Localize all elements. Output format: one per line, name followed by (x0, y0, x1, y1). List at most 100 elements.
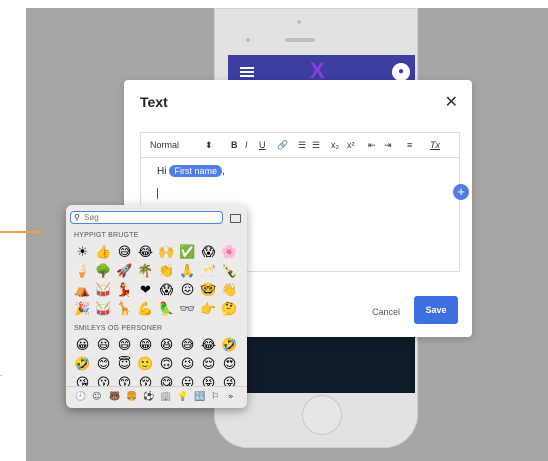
emoji-button[interactable]: 😉 (177, 355, 198, 374)
indent-icon[interactable]: ⇥ (384, 140, 392, 151)
align-icon[interactable]: ≡ (407, 140, 412, 150)
emoji-category-tab[interactable]: » (228, 392, 234, 402)
emoji-category-tab[interactable]: 🔣 (194, 392, 205, 402)
close-icon[interactable]: ✕ (445, 92, 458, 112)
emoji-button[interactable]: 😘 (72, 374, 93, 386)
phone-sensor-dot (246, 38, 250, 42)
clear-format-icon[interactable]: Tx (430, 140, 440, 150)
modal-title: Text (140, 94, 168, 110)
emoji-button[interactable]: 😱 (198, 243, 219, 262)
text-caret (157, 188, 158, 199)
emoji-button[interactable]: 👍 (93, 243, 114, 262)
emoji-button[interactable]: 🙌 (156, 243, 177, 262)
emoji-button[interactable]: 👉 (198, 300, 219, 319)
editor-toolbar: Normal ⬍ B I U 🔗 ☰ ☰ x₂ x² ⇤ ⇥ ≡ Tx (141, 133, 459, 158)
emoji-category-tab[interactable]: ☺ (92, 392, 101, 402)
emoji-search-input[interactable] (84, 212, 214, 223)
emoji-button[interactable]: 🦜 (156, 300, 177, 319)
emoji-button[interactable]: 🦒 (114, 300, 135, 319)
emoji-category-tab[interactable]: 💡 (177, 392, 188, 402)
cancel-button[interactable]: Cancel (372, 307, 400, 317)
add-variable-button[interactable]: + (453, 184, 469, 200)
text-style-arrows-icon[interactable]: ⬍ (205, 140, 213, 151)
subscript-button[interactable]: x₂ (331, 140, 339, 150)
phone-home-button (302, 395, 342, 435)
underline-button[interactable]: U (259, 140, 266, 150)
emoji-category-tab[interactable]: ⚽ (143, 392, 154, 402)
emoji-button[interactable]: 🤔 (219, 300, 240, 319)
emoji-button[interactable]: 🎉 (72, 300, 93, 319)
superscript-button[interactable]: x² (347, 140, 355, 150)
emoji-button[interactable]: ✅ (177, 243, 198, 262)
bold-button[interactable]: B (231, 140, 238, 150)
emoji-button[interactable]: 😅 (177, 336, 198, 355)
emoji-button[interactable]: 😇 (114, 355, 135, 374)
emoji-button[interactable]: 🍦 (72, 262, 93, 281)
emoji-button[interactable]: 😀 (72, 336, 93, 355)
hamburger-icon[interactable] (240, 67, 254, 77)
emoji-button[interactable]: 😌 (198, 355, 219, 374)
emoji-button[interactable]: 💃 (114, 281, 135, 300)
emoji-button[interactable]: 😄 (114, 336, 135, 355)
link-icon[interactable]: 🔗 (277, 140, 288, 151)
emoji-button[interactable]: ⛺ (72, 281, 93, 300)
emoji-button[interactable]: 🤓 (198, 281, 219, 300)
emoji-button[interactable]: 😆 (156, 336, 177, 355)
emoji-button[interactable]: 😋 (156, 374, 177, 386)
emoji-button[interactable]: 😂 (135, 243, 156, 262)
emoji-button[interactable]: 🥂 (198, 262, 219, 281)
emoji-button[interactable]: 😛 (177, 374, 198, 386)
emoji-button[interactable]: 🍾 (219, 262, 240, 281)
emoji-button[interactable]: 😖 (177, 281, 198, 300)
save-button[interactable]: Save (414, 296, 458, 324)
emoji-search-field[interactable]: ⚲ (70, 211, 223, 224)
outdent-icon[interactable]: ⇤ (368, 140, 376, 151)
orange-divider (0, 231, 43, 233)
keyboard-icon[interactable] (230, 214, 241, 223)
section-frequent-label: HYPPIGT BRUGTE (74, 232, 139, 239)
emoji-button[interactable]: 😅 (114, 243, 135, 262)
first-name-chip[interactable]: First name (169, 165, 222, 177)
emoji-button[interactable]: 🌳 (93, 262, 114, 281)
emoji-button[interactable]: 🙏 (177, 262, 198, 281)
bullet-list-icon[interactable]: ☰ (312, 140, 320, 151)
emoji-button[interactable]: 🌸 (219, 243, 240, 262)
emoji-button[interactable]: 👋 (219, 281, 240, 300)
emoji-button[interactable]: ❤ (135, 281, 156, 300)
ordered-list-icon[interactable]: ☰ (298, 140, 306, 151)
emoji-button[interactable]: 😍 (219, 355, 240, 374)
emoji-button[interactable]: 😂 (198, 336, 219, 355)
emoji-button[interactable]: 🚀 (114, 262, 135, 281)
italic-button[interactable]: I (245, 140, 248, 150)
chat-icon[interactable]: ● (392, 63, 410, 81)
emoji-category-tab[interactable]: ⚐ (211, 392, 219, 402)
emoji-button[interactable]: ☀ (72, 243, 93, 262)
emoji-button[interactable]: 😗 (93, 374, 114, 386)
emoji-category-tab[interactable]: 🕘 (75, 392, 86, 402)
emoji-button[interactable]: 🌴 (135, 262, 156, 281)
emoji-button[interactable]: 🤣 (72, 355, 93, 374)
emoji-button[interactable]: 🥁 (93, 300, 114, 319)
emoji-button[interactable]: 🙃 (156, 355, 177, 374)
emoji-button[interactable]: 😃 (93, 336, 114, 355)
section-smileys-label: SMILEYS OG PERSONER (74, 325, 163, 332)
emoji-button[interactable]: 👏 (156, 262, 177, 281)
text-style-select[interactable]: Normal (150, 140, 179, 150)
emoji-category-tab[interactable]: 🐻 (109, 392, 120, 402)
emoji-category-tab[interactable]: 🏢 (160, 392, 171, 402)
emoji-button[interactable]: 😚 (135, 374, 156, 386)
emoji-button[interactable]: 🤣 (219, 336, 240, 355)
emoji-button[interactable]: 😜 (219, 374, 240, 386)
emoji-button[interactable]: 🥁 (93, 281, 114, 300)
emoji-button[interactable]: 😁 (135, 336, 156, 355)
emoji-category-tab[interactable]: 🍔 (126, 392, 137, 402)
emoji-button[interactable]: 😝 (198, 374, 219, 386)
emoji-category-bar: 🕘 ☺ 🐻 🍔 ⚽ 🏢 💡 🔣 ⚐ » (66, 386, 247, 409)
emoji-button[interactable]: 😊 (93, 355, 114, 374)
emoji-button[interactable]: 👓 (177, 300, 198, 319)
emoji-picker: ⚲ HYPPIGT BRUGTE ☀👍😅😂🙌✅😱🌸🍦🌳🚀🌴👏🙏🥂🍾⛺🥁💃❤😱😖🤓… (66, 205, 247, 408)
emoji-button[interactable]: 🙂 (135, 355, 156, 374)
emoji-button[interactable]: 😙 (114, 374, 135, 386)
emoji-button[interactable]: 💪 (135, 300, 156, 319)
emoji-button[interactable]: 😱 (156, 281, 177, 300)
